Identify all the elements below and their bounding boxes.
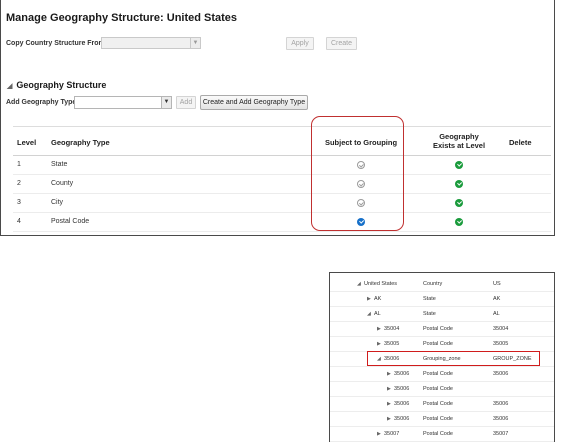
tree-node-code: 35006 bbox=[493, 401, 509, 407]
tree-node-type: Postal Code bbox=[423, 401, 453, 407]
geography-structure-panel: Manage Geography Structure: United State… bbox=[0, 0, 555, 236]
tree-node-code: AK bbox=[493, 296, 501, 302]
page-title: Manage Geography Structure: United State… bbox=[6, 12, 238, 24]
tree-node-name: AK bbox=[374, 296, 382, 302]
table-row[interactable]: 4 Postal Code bbox=[13, 213, 551, 232]
tree-row[interactable]: ▶ 35006 Postal Code 35006 bbox=[330, 396, 554, 412]
tree-node-name: United States bbox=[364, 281, 398, 287]
column-header-geography-type[interactable]: Geography Type bbox=[51, 138, 110, 147]
tree-node-name: 35007 bbox=[384, 431, 400, 437]
exists-check-icon bbox=[455, 180, 463, 188]
add-geography-type-label: Add Geography Type bbox=[6, 99, 77, 106]
add-geography-type-select[interactable]: ▼ bbox=[74, 96, 172, 109]
expanded-toggle-icon[interactable]: ◢ bbox=[357, 281, 361, 287]
apply-button[interactable]: Apply bbox=[286, 37, 314, 50]
tree-node-code: 35004 bbox=[493, 326, 509, 332]
exists-check-icon bbox=[455, 218, 463, 226]
tree-node-code: US bbox=[493, 281, 501, 287]
geography-type-cell: State bbox=[51, 161, 68, 168]
tree-node-code: 35007 bbox=[493, 431, 509, 437]
tree-row[interactable]: ▶ 35006 Postal Code bbox=[330, 381, 554, 397]
table-row[interactable]: 2 County bbox=[13, 175, 551, 194]
tree-node-name: 35006 bbox=[394, 386, 410, 392]
tree-node-type: Postal Code bbox=[423, 386, 453, 392]
column-header-level[interactable]: Level bbox=[17, 138, 36, 147]
geography-type-cell: Postal Code bbox=[51, 218, 90, 225]
tree-node-code: AL bbox=[493, 311, 500, 317]
tree-node-name: 35004 bbox=[384, 326, 400, 332]
tree-node-code: 35006 bbox=[493, 371, 509, 377]
chevron-down-icon[interactable]: ▼ bbox=[161, 97, 171, 108]
tree-row[interactable]: ◢ AL State AL bbox=[330, 306, 554, 322]
copy-structure-select[interactable]: ▼ bbox=[101, 37, 201, 49]
collapsed-toggle-icon[interactable]: ▶ bbox=[387, 401, 391, 407]
tree-node-name: 35005 bbox=[384, 341, 400, 347]
create-button[interactable]: Create bbox=[326, 37, 357, 50]
collapse-triangle-icon[interactable]: ◢ bbox=[7, 83, 12, 90]
table-row[interactable]: 3 City bbox=[13, 194, 551, 213]
level-cell: 4 bbox=[17, 218, 21, 225]
collapsed-toggle-icon[interactable]: ▶ bbox=[367, 296, 371, 302]
tree-row[interactable]: ◢ United States Country US bbox=[330, 276, 554, 292]
section-header[interactable]: ◢ Geography Structure bbox=[7, 80, 106, 90]
tree-node-code: 35005 bbox=[493, 341, 509, 347]
collapsed-toggle-icon[interactable]: ▶ bbox=[377, 341, 381, 347]
tree-node-type: Postal Code bbox=[423, 431, 453, 437]
collapsed-toggle-icon[interactable]: ▶ bbox=[387, 416, 391, 422]
tree-node-type: Country bbox=[423, 281, 443, 287]
create-and-add-geography-type-button[interactable]: Create and Add Geography Type bbox=[200, 95, 308, 110]
tree-node-type: Postal Code bbox=[423, 326, 453, 332]
expanded-toggle-icon[interactable]: ◢ bbox=[367, 311, 371, 317]
grouping-zone-highlight bbox=[367, 351, 540, 366]
collapsed-toggle-icon[interactable]: ▶ bbox=[377, 431, 381, 437]
grouping-column-highlight bbox=[311, 116, 404, 231]
geography-type-cell: County bbox=[51, 180, 74, 187]
tree-node-type: Postal Code bbox=[423, 341, 453, 347]
collapsed-toggle-icon[interactable]: ▶ bbox=[387, 386, 391, 392]
column-header-geography-exists[interactable]: Geography Exists at Level bbox=[429, 132, 489, 150]
tree-node-type: State bbox=[423, 311, 436, 317]
level-cell: 3 bbox=[17, 199, 21, 206]
table-row[interactable]: 1 State bbox=[13, 156, 551, 175]
collapsed-toggle-icon[interactable]: ▶ bbox=[377, 326, 381, 332]
geography-type-cell: City bbox=[51, 199, 64, 206]
tree-node-name: AL bbox=[374, 311, 381, 317]
table-header: Level Geography Type Subject to Grouping… bbox=[13, 126, 551, 156]
column-header-delete[interactable]: Delete bbox=[509, 138, 532, 147]
tree-row[interactable]: ▶ AK State AK bbox=[330, 291, 554, 307]
chevron-down-icon[interactable]: ▼ bbox=[190, 38, 200, 48]
tree-node-code: 35006 bbox=[493, 416, 509, 422]
level-cell: 1 bbox=[17, 161, 21, 168]
section-title: Geography Structure bbox=[16, 80, 107, 90]
tree-node-name: 35006 bbox=[394, 416, 410, 422]
tree-node-type: State bbox=[423, 296, 436, 302]
tree-row[interactable]: ▶ 35005 Postal Code 35005 bbox=[330, 336, 554, 352]
add-button[interactable]: Add bbox=[176, 96, 196, 109]
tree-row[interactable]: ▶ 35007 Postal Code 35007 bbox=[330, 426, 554, 442]
geography-type-table: Level Geography Type Subject to Grouping… bbox=[13, 126, 551, 232]
tree-row[interactable]: ▶ 35006 Postal Code 35006 bbox=[330, 411, 554, 427]
tree-row[interactable]: ▶ 35006 Postal Code 35006 bbox=[330, 366, 554, 382]
collapsed-toggle-icon[interactable]: ▶ bbox=[387, 371, 391, 377]
level-cell: 2 bbox=[17, 180, 21, 187]
tree-node-type: Postal Code bbox=[423, 416, 453, 422]
tree-node-type: Postal Code bbox=[423, 371, 453, 377]
exists-check-icon bbox=[455, 199, 463, 207]
copy-structure-label: Copy Country Structure From bbox=[6, 40, 105, 47]
tree-node-name: 35006 bbox=[394, 371, 410, 377]
tree-node-name: 35006 bbox=[394, 401, 410, 407]
exists-check-icon bbox=[455, 161, 463, 169]
tree-row[interactable]: ▶ 35004 Postal Code 35004 bbox=[330, 321, 554, 337]
